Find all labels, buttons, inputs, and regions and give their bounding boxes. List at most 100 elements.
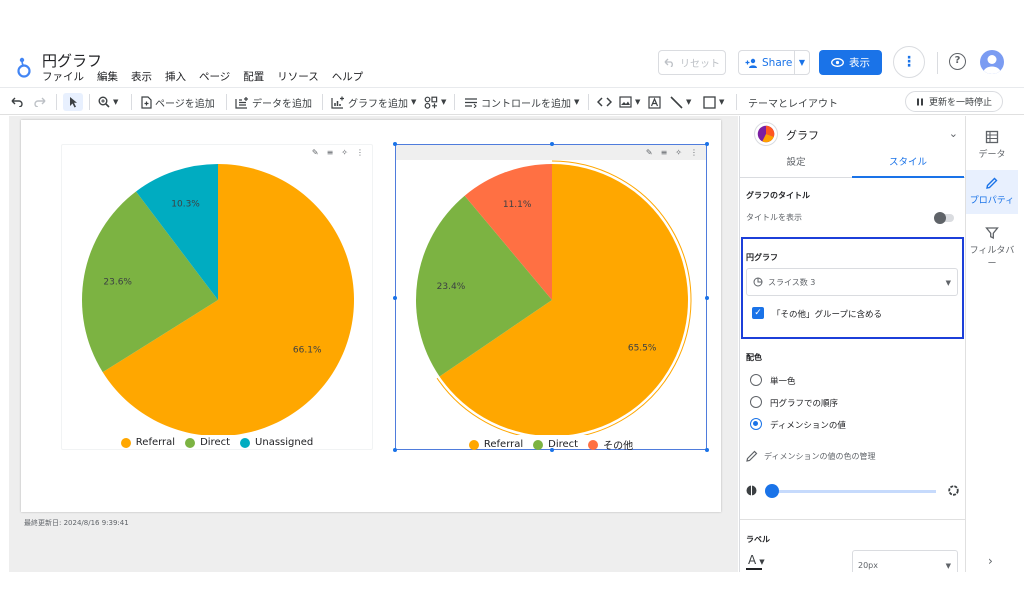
legend-item[interactable]: Referral	[120, 437, 175, 448]
donut-full-icon	[948, 485, 959, 496]
undo-icon[interactable]	[11, 93, 23, 111]
chevron-right-icon[interactable]: ›	[988, 554, 993, 568]
menu-insert[interactable]: 挿入	[165, 69, 186, 84]
zoom-icon	[98, 96, 110, 108]
side-rail: データ プロパティ フィルタバー ›	[965, 116, 1018, 572]
legend-item[interactable]: Direct	[185, 437, 230, 448]
image-menu[interactable]: ▼	[619, 93, 640, 111]
shape-menu[interactable]: ▼	[703, 93, 724, 111]
resize-handle[interactable]	[705, 296, 709, 300]
pie-chart-icon	[754, 122, 778, 146]
resize-handle[interactable]	[705, 448, 709, 452]
resize-handle[interactable]	[550, 142, 554, 146]
slice-count-select[interactable]: スライス数 3 ▼	[746, 268, 958, 296]
view-button[interactable]: 表示	[819, 50, 882, 75]
manage-dimension-colors[interactable]: ディメンションの値の色の管理	[746, 450, 875, 462]
rail-properties[interactable]: プロパティ	[966, 170, 1018, 214]
more-options-icon[interactable]: ⋮	[893, 46, 925, 78]
chart-type-selector[interactable]: グラフ ⌄	[740, 116, 965, 152]
tab-style[interactable]: スタイル	[852, 153, 964, 178]
header: 円グラフ ファイル 編集 表示 挿入 ページ 配置 リソース ヘルプ リセット …	[0, 44, 1024, 86]
chevron-down-icon[interactable]: ⌄	[949, 127, 958, 140]
share-button[interactable]: Share ▼	[738, 50, 810, 75]
menu-arrange[interactable]: 配置	[243, 69, 264, 84]
radio-single-color[interactable]	[750, 374, 762, 386]
add-chart-button[interactable]: グラフを追加 ▼	[331, 93, 416, 111]
pie-chart-2[interactable]: ✎ ≡ ✧ ⋮ 65.5% 23.4% 11.1% Referral Direct その…	[393, 142, 709, 452]
font-color-icon[interactable]: A ▼	[748, 553, 765, 567]
slice-count-value: スライス数 3	[768, 277, 816, 287]
menu-file[interactable]: ファイル	[42, 69, 84, 84]
menu-view[interactable]: 表示	[131, 69, 152, 84]
legend-swatch	[185, 437, 196, 448]
add-page-button[interactable]: ページを追加	[141, 93, 215, 111]
theme-layout-label: テーマとレイアウト	[748, 98, 838, 110]
community-viz-menu[interactable]: ▼	[424, 93, 446, 111]
legend-swatch	[240, 437, 251, 448]
menu-resource[interactable]: リソース	[277, 69, 318, 84]
legend-item[interactable]: Unassigned	[240, 437, 313, 448]
toolbar-divider	[56, 94, 57, 110]
pencil-icon	[986, 177, 998, 189]
pie-section-label: 円グラフ	[746, 253, 778, 262]
donut-slider-thumb[interactable]	[765, 484, 779, 498]
radio-pie-order[interactable]	[750, 396, 762, 408]
rail-properties-label: プロパティ	[969, 196, 1015, 206]
embed-code-icon[interactable]	[597, 93, 612, 111]
radio-dimension-values[interactable]	[750, 418, 762, 430]
chevron-down-icon: ▼	[686, 98, 692, 106]
share-dropdown-icon[interactable]: ▼	[795, 58, 809, 67]
menu-edit[interactable]: 編集	[97, 69, 118, 84]
report-page[interactable]: ✎ ≡ ✧ ⋮ 66.1% 23.6% 10.3% Referral Direct Un…	[21, 120, 721, 512]
line-menu[interactable]: ▼	[670, 93, 691, 111]
add-data-button[interactable]: データを追加	[235, 93, 312, 111]
pause-update-button[interactable]: 更新を一時停止	[905, 91, 1003, 112]
legend-swatch	[120, 437, 131, 448]
rail-filter-bar[interactable]: フィルタバー	[966, 220, 1018, 269]
resize-handle[interactable]	[550, 448, 554, 452]
select-cursor-icon[interactable]	[63, 93, 83, 111]
tab-setup[interactable]: 設定	[740, 153, 852, 178]
legend-label: Unassigned	[255, 437, 314, 448]
user-icon	[983, 55, 1001, 74]
add-data-label: データを追加	[252, 98, 312, 110]
zoom-menu[interactable]: ▼	[98, 93, 118, 111]
include-other-checkbox[interactable]: ✓	[752, 307, 764, 319]
resize-handle[interactable]	[393, 142, 397, 146]
donut-slider-track[interactable]	[770, 490, 936, 493]
rail-data[interactable]: データ	[966, 124, 1018, 164]
resize-handle[interactable]	[705, 142, 709, 146]
pie-slice-icon	[753, 277, 763, 287]
properties-panel: グラフ ⌄ 設定 スタイル グラフのタイトル タイトルを表示 円グラフ スライス…	[739, 116, 965, 572]
help-icon[interactable]: ?	[949, 53, 966, 70]
resize-handle[interactable]	[393, 448, 397, 452]
pencil-icon	[746, 450, 758, 462]
legend-item[interactable]: その他	[588, 437, 633, 452]
report-title[interactable]: 円グラフ	[42, 50, 102, 71]
menu-help[interactable]: ヘルプ	[332, 69, 364, 84]
menu-bar: ファイル 編集 表示 挿入 ページ 配置 リソース ヘルプ	[42, 69, 363, 84]
menu-page[interactable]: ページ	[199, 69, 230, 84]
dropdown-arrow-icon: ▼	[945, 279, 951, 287]
chevron-down-icon: ▼	[635, 98, 641, 106]
resize-handle[interactable]	[393, 296, 397, 300]
font-size-select[interactable]: 20px ▼	[852, 550, 958, 572]
add-person-icon	[745, 58, 757, 68]
legend-item[interactable]: Direct	[533, 437, 578, 452]
pie-chart-1[interactable]: ✎ ≡ ✧ ⋮ 66.1% 23.6% 10.3% Referral Direct Un…	[61, 144, 373, 450]
add-control-button[interactable]: コントロールを追加 ▼	[464, 93, 579, 111]
last-updated-text: 最終更新日: 2024/8/16 9:39:41	[24, 519, 129, 527]
community-viz-icon	[424, 96, 438, 109]
show-title-toggle[interactable]	[934, 212, 954, 224]
redo-icon[interactable]	[34, 93, 46, 111]
avatar[interactable]	[980, 50, 1004, 74]
reset-button[interactable]: リセット	[658, 50, 726, 75]
panel-tabs: 設定 スタイル	[740, 153, 965, 178]
view-label: 表示	[849, 57, 870, 69]
legend-label: Referral	[483, 439, 524, 450]
legend-item[interactable]: Referral	[468, 437, 524, 452]
text-box-icon[interactable]	[648, 93, 661, 111]
radio-single-color-label: 単一色	[770, 377, 796, 387]
add-page-label: ページを追加	[155, 98, 215, 110]
theme-layout-button[interactable]: テーマとレイアウト	[748, 93, 838, 111]
